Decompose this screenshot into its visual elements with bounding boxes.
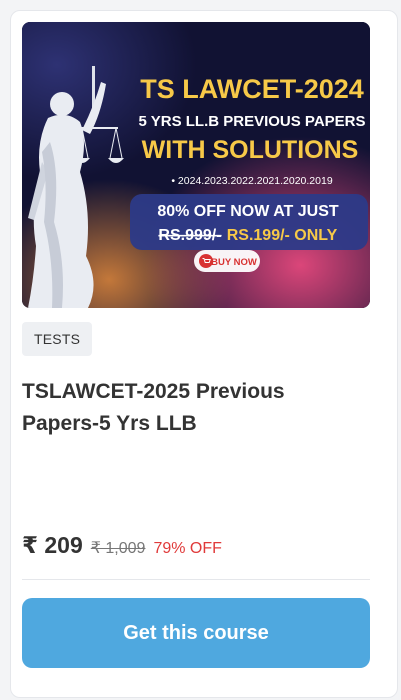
course-banner[interactable]: TS LAWCET-2024 5 YRS LL.B PREVIOUS PAPER… <box>22 22 370 308</box>
current-price: ₹ 209 <box>22 532 83 558</box>
offer-line: 80% OFF NOW AT JUST <box>157 203 339 220</box>
get-course-button[interactable]: Get this course <box>22 598 370 668</box>
price-row: ₹ 209 ₹ 1,009 79% OFF <box>22 532 222 566</box>
banner-subtitle: 5 YRS LL.B PREVIOUS PAPERS <box>139 113 366 130</box>
offer-old-price: RS.999/- <box>158 227 221 244</box>
buy-now-label: BUY NOW <box>211 257 257 268</box>
banner-years: • 2024.2023.2022.2021.2020.2019 <box>171 175 332 187</box>
original-price: ₹ 1,009 <box>90 540 146 557</box>
banner-headline: WITH SOLUTIONS <box>142 136 359 164</box>
buy-now-button[interactable]: BUY NOW <box>194 250 260 272</box>
course-title[interactable]: TSLAWCET-2025 Previous Papers-5 Yrs LLB <box>22 376 362 440</box>
category-badge: TESTS <box>22 322 93 356</box>
banner-title: TS LAWCET-2024 <box>140 74 364 104</box>
divider <box>22 579 370 580</box>
offer-new-price: RS.199/- ONLY <box>227 227 338 244</box>
banner-graphic: TS LAWCET-2024 5 YRS LL.B PREVIOUS PAPER… <box>22 22 370 308</box>
discount-badge: 79% OFF <box>153 540 222 557</box>
